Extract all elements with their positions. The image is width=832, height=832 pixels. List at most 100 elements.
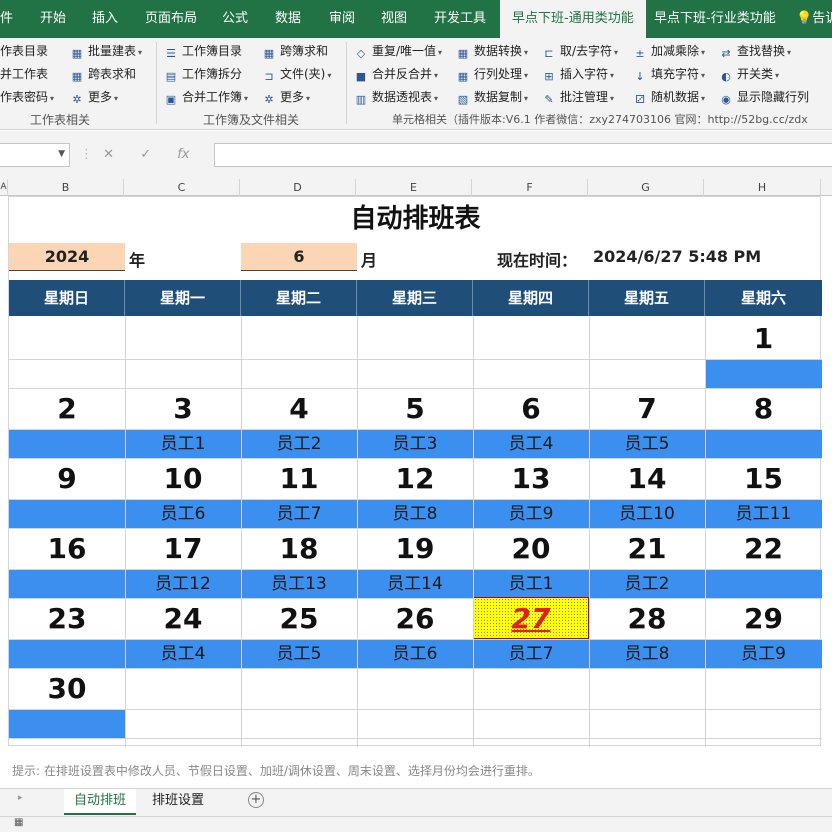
staff-assignment[interactable]: 员工9 xyxy=(705,639,822,668)
staff-assignment[interactable] xyxy=(9,569,125,598)
batch-create-sheets-button[interactable]: ▦ 批量建表 ▾ xyxy=(70,40,142,62)
tab-data[interactable]: 数据 xyxy=(275,0,301,38)
staff-assignment[interactable]: 员工4 xyxy=(473,429,589,458)
tab-file[interactable]: 件 xyxy=(0,0,13,38)
calendar-date[interactable]: 6 xyxy=(473,387,589,429)
today-date[interactable]: 27 xyxy=(473,597,589,639)
staff-assignment[interactable] xyxy=(125,709,241,738)
staff-assignment[interactable] xyxy=(705,569,822,598)
staff-assignment[interactable]: 员工1 xyxy=(125,429,241,458)
calendar-date[interactable]: 23 xyxy=(9,597,125,639)
calendar-date[interactable]: 11 xyxy=(241,457,357,499)
calendar-date[interactable]: 30 xyxy=(9,667,125,709)
calendar-date[interactable]: 10 xyxy=(125,457,241,499)
calendar-date[interactable]: 20 xyxy=(473,527,589,569)
show-hide-rows-button[interactable]: ◉ 显示隐藏行列 xyxy=(719,86,809,108)
staff-assignment[interactable] xyxy=(241,359,357,388)
calendar-date[interactable]: 3 xyxy=(125,387,241,429)
calendar-date[interactable]: 4 xyxy=(241,387,357,429)
column-header[interactable]: D xyxy=(240,179,356,196)
staff-assignment[interactable] xyxy=(9,499,125,528)
staff-assignment[interactable]: 员工8 xyxy=(589,639,705,668)
calendar-date[interactable]: 22 xyxy=(705,527,822,569)
staff-assignment[interactable] xyxy=(589,359,705,388)
calendar-date[interactable]: 24 xyxy=(125,597,241,639)
column-header[interactable]: F xyxy=(472,179,588,196)
staff-assignment[interactable] xyxy=(9,639,125,668)
random-data-button[interactable]: ⚂ 随机数据 ▾ xyxy=(633,86,705,108)
file-folder-button[interactable]: ⊐ 文件(夹) ▾ xyxy=(262,63,331,85)
arithmetic-button[interactable]: ± 加减乘除 ▾ xyxy=(633,40,705,62)
calendar-date[interactable] xyxy=(9,317,125,359)
staff-assignment[interactable]: 员工1 xyxy=(473,569,589,598)
calendar-date[interactable] xyxy=(241,317,357,359)
staff-assignment[interactable] xyxy=(705,429,822,458)
staff-assignment[interactable] xyxy=(125,359,241,388)
insert-chars-button[interactable]: ⊞ 插入字符 ▾ xyxy=(542,63,614,85)
staff-assignment[interactable]: 员工7 xyxy=(473,639,589,668)
more-workbook-tools-button[interactable]: ✲ 更多 ▾ xyxy=(262,86,310,108)
pivot-table-button[interactable]: ▥ 数据透视表 ▾ xyxy=(354,86,438,108)
calendar-date[interactable]: 7 xyxy=(589,387,705,429)
workbook-directory-button[interactable]: ☰ 工作簿目录 xyxy=(164,40,242,62)
tab-formulas[interactable]: 公式 xyxy=(222,0,248,38)
split-workbook-button[interactable]: ▤ 工作簿拆分 xyxy=(164,63,242,85)
cross-sheet-sum-button[interactable]: ▦ 跨表求和 xyxy=(70,63,136,85)
staff-assignment[interactable]: 员工11 xyxy=(705,499,822,528)
cross-workbook-sum-button[interactable]: ▦ 跨簿求和 xyxy=(262,40,328,62)
calendar-date[interactable] xyxy=(473,667,589,709)
staff-assignment[interactable]: 员工2 xyxy=(589,569,705,598)
merge-workbooks-button[interactable]: ▣ 合并工作簿 ▾ xyxy=(164,86,248,108)
calendar-date[interactable] xyxy=(589,667,705,709)
more-sheet-tools-button[interactable]: ✲ 更多 ▾ xyxy=(70,86,118,108)
calendar-date[interactable]: 2 xyxy=(9,387,125,429)
calendar-date[interactable]: 28 xyxy=(589,597,705,639)
calendar-date[interactable] xyxy=(241,667,357,709)
merge-sheets-button[interactable]: 并工作表 xyxy=(0,63,48,85)
staff-assignment[interactable]: 员工5 xyxy=(241,639,357,668)
scroll-left-icon[interactable]: ▸ xyxy=(18,793,23,803)
sheet-password-button[interactable]: 作表密码 ▾ xyxy=(0,86,54,108)
staff-assignment[interactable]: 员工7 xyxy=(241,499,357,528)
calendar-date[interactable]: 14 xyxy=(589,457,705,499)
merge-unmerge-button[interactable]: ■ 合并反合并 ▾ xyxy=(354,63,438,85)
staff-assignment[interactable] xyxy=(357,709,473,738)
sheet-tab-settings[interactable]: 排班设置 xyxy=(142,789,214,815)
calendar-date[interactable]: 5 xyxy=(357,387,473,429)
staff-assignment[interactable] xyxy=(705,359,822,388)
staff-assignment[interactable] xyxy=(9,429,125,458)
calendar-date[interactable] xyxy=(125,317,241,359)
calendar-date[interactable]: 18 xyxy=(241,527,357,569)
tab-insert[interactable]: 插入 xyxy=(92,0,118,38)
staff-assignment[interactable] xyxy=(473,359,589,388)
calendar-date[interactable] xyxy=(125,667,241,709)
staff-assignment[interactable] xyxy=(357,359,473,388)
staff-assignment[interactable]: 员工12 xyxy=(125,569,241,598)
staff-assignment[interactable]: 员工6 xyxy=(125,499,241,528)
staff-assignment[interactable] xyxy=(9,359,125,388)
sheet-tab-schedule[interactable]: 自动排班 xyxy=(64,789,137,815)
tab-review[interactable]: 审阅 xyxy=(329,0,355,38)
column-header[interactable]: A xyxy=(0,179,8,196)
staff-assignment[interactable]: 员工5 xyxy=(589,429,705,458)
calendar-date[interactable]: 8 xyxy=(705,387,822,429)
name-box[interactable]: ▼ xyxy=(0,143,70,167)
calendar-date[interactable] xyxy=(357,317,473,359)
row-column-button[interactable]: ▦ 行列处理 ▾ xyxy=(456,63,528,85)
staff-assignment[interactable]: 员工2 xyxy=(241,429,357,458)
calendar-date[interactable] xyxy=(473,317,589,359)
add-sheet-icon[interactable]: + xyxy=(248,792,264,808)
tab-tell-me[interactable]: 💡告诉 xyxy=(796,0,832,38)
calendar-date[interactable] xyxy=(357,667,473,709)
find-replace-button[interactable]: ⇄ 查找替换 ▾ xyxy=(719,40,791,62)
staff-assignment[interactable]: 员工10 xyxy=(589,499,705,528)
calendar-date[interactable]: 21 xyxy=(589,527,705,569)
tab-zdx-industry[interactable]: 早点下班-行业类功能 xyxy=(654,0,776,38)
tab-developer[interactable]: 开发工具 xyxy=(434,0,486,38)
calendar-date[interactable] xyxy=(705,667,822,709)
column-header[interactable]: E xyxy=(356,179,472,196)
cancel-icon[interactable]: ✕ xyxy=(103,147,114,162)
column-header[interactable]: C xyxy=(124,179,240,196)
staff-assignment[interactable] xyxy=(473,709,589,738)
tab-zdx-general[interactable]: 早点下班-通用类功能 xyxy=(500,0,646,38)
